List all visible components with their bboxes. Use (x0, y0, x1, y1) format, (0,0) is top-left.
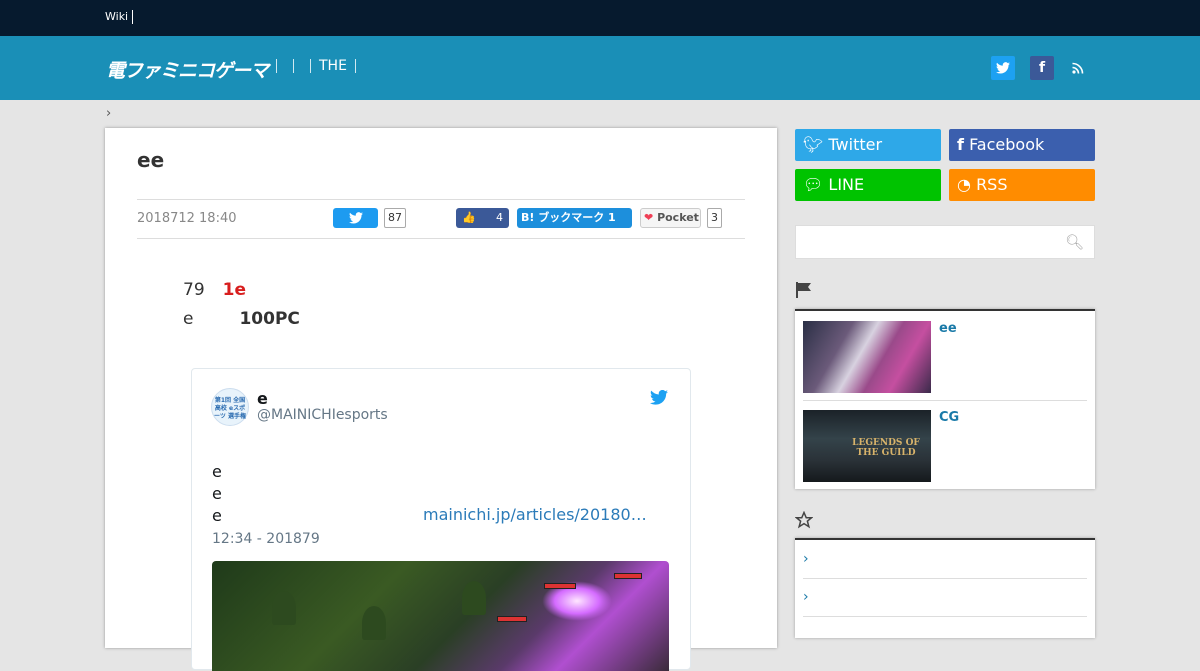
twitter-icon: 🐦︎ (803, 135, 824, 154)
sidebar-facebook-button[interactable]: f Facebook (949, 129, 1095, 161)
widget-article-title[interactable]: ee (939, 321, 957, 336)
tweet-line: e (212, 484, 222, 503)
facebook-icon: f (1038, 60, 1046, 76)
tweet-user-name[interactable]: e (257, 389, 268, 408)
article-date: 2018712 18:40 (137, 211, 237, 226)
rss-icon (1072, 62, 1084, 74)
nav-separator (310, 59, 311, 73)
header-twitter-button[interactable] (991, 56, 1015, 80)
health-bar (497, 616, 527, 622)
share-twitter-button[interactable] (333, 208, 378, 228)
body-line-1-text: 79 (183, 280, 205, 300)
search-box: 🔍︎ (795, 225, 1095, 259)
header-nav: THE (268, 58, 364, 74)
tweet-avatar[interactable]: 第1回 全国高校 eスポーツ 選手権 (211, 388, 249, 426)
embedded-tweet[interactable]: 第1回 全国高校 eスポーツ 選手権 e @MAINICHIesports e … (191, 368, 691, 671)
tweet-handle[interactable]: @MAINICHIesports (257, 407, 388, 423)
body-line-1: 79 1e (183, 276, 300, 305)
thumbs-up-icon: 👍 (462, 211, 476, 224)
wiki-link[interactable]: Wiki (105, 10, 134, 24)
body-line-2-text: e (183, 309, 194, 329)
article-card: ee 2018712 18:40 87 👍 4 B! ブックマーク 1 ❤ Po… (105, 128, 777, 671)
sidebar-line-label: LINE (828, 175, 865, 194)
sidebar-twitter-button[interactable]: 🐦︎ Twitter (795, 129, 941, 161)
widget-article-title[interactable]: CG (939, 410, 959, 425)
flag-icon (796, 282, 811, 298)
article-thumbnail[interactable]: LEGENDS OF THE GUILD (803, 410, 931, 482)
site-logo[interactable]: 電ファミニコゲーマ (106, 56, 269, 83)
article-body: 79 1e e 100PC (183, 276, 300, 334)
nav-separator (293, 59, 294, 73)
body-line-2: e 100PC (183, 305, 300, 334)
scene-tree (462, 581, 486, 615)
share-pocket-button[interactable]: ❤ Pocket (640, 208, 701, 228)
divider (803, 400, 1087, 401)
twitter-icon (348, 212, 363, 224)
tweet-media-image[interactable] (212, 561, 669, 671)
breadcrumb[interactable]: › (106, 106, 111, 121)
twitter-bird-icon[interactable] (650, 389, 668, 410)
sidebar-twitter-label: Twitter (828, 135, 883, 154)
thumbnail-logo-text: LEGENDS OF THE GUILD (852, 438, 920, 458)
sidebar-facebook-label: Facebook (969, 135, 1045, 154)
scene-tree (272, 591, 296, 625)
tweet-timestamp[interactable]: 12:34 - 201879 (212, 531, 320, 547)
tweet-line: e (212, 462, 222, 481)
share-twitter-count: 87 (384, 208, 406, 228)
article-meta-bar: 2018712 18:40 87 👍 4 B! ブックマーク 1 ❤ Pocke… (137, 199, 745, 239)
pocket-label: Pocket (657, 211, 699, 224)
nav-separator (354, 59, 356, 73)
top-bar: Wiki (0, 0, 1200, 36)
nav-separator (276, 59, 277, 73)
tweet-line: e (212, 506, 222, 525)
facebook-icon: f (957, 135, 964, 154)
body-line-2-bold: 100PC (239, 309, 300, 329)
speech-bubble-icon: 💬︎ (803, 175, 824, 194)
list-item[interactable]: › (803, 578, 1087, 617)
pocket-icon: ❤ (644, 211, 654, 224)
twitter-icon (996, 62, 1010, 74)
ranking-widget: ee LEGENDS OF THE GUILD CG (795, 309, 1095, 489)
share-pocket-count: 3 (707, 208, 722, 228)
featured-widget: › › (795, 538, 1095, 638)
share-facebook-like-button[interactable]: 👍 4 (456, 208, 509, 228)
nav-item-the[interactable]: THE (319, 58, 347, 74)
rss-icon: ◔ (957, 175, 971, 194)
search-input[interactable] (800, 227, 1064, 259)
sidebar-rss-label: RSS (976, 175, 1008, 194)
sidebar-rss-button[interactable]: ◔ RSS (949, 169, 1095, 201)
star-icon (794, 510, 814, 529)
article-thumbnail[interactable] (803, 321, 931, 393)
sidebar-line-button[interactable]: 💬︎ LINE (795, 169, 941, 201)
featured-widget-header (794, 510, 814, 534)
ranking-widget-header (795, 282, 813, 303)
search-icon[interactable]: 🔍︎ (1065, 233, 1084, 251)
site-header: 電ファミニコゲーマ THE f (0, 36, 1200, 100)
health-bar (614, 573, 642, 579)
scene-tree (362, 606, 386, 640)
share-facebook-count: 4 (496, 211, 503, 224)
header-rss-button[interactable] (1066, 56, 1090, 80)
health-bar (544, 583, 576, 589)
list-item[interactable]: › (803, 540, 1087, 579)
article-title: ee (137, 148, 165, 172)
tweet-text: e e e (212, 461, 222, 527)
tweet-link[interactable]: mainichi.jp/articles/20180… (423, 505, 647, 524)
share-hatena-button[interactable]: B! ブックマーク 1 (517, 208, 632, 228)
header-facebook-button[interactable]: f (1030, 56, 1054, 80)
body-line-1-highlight: 1e (222, 280, 246, 300)
